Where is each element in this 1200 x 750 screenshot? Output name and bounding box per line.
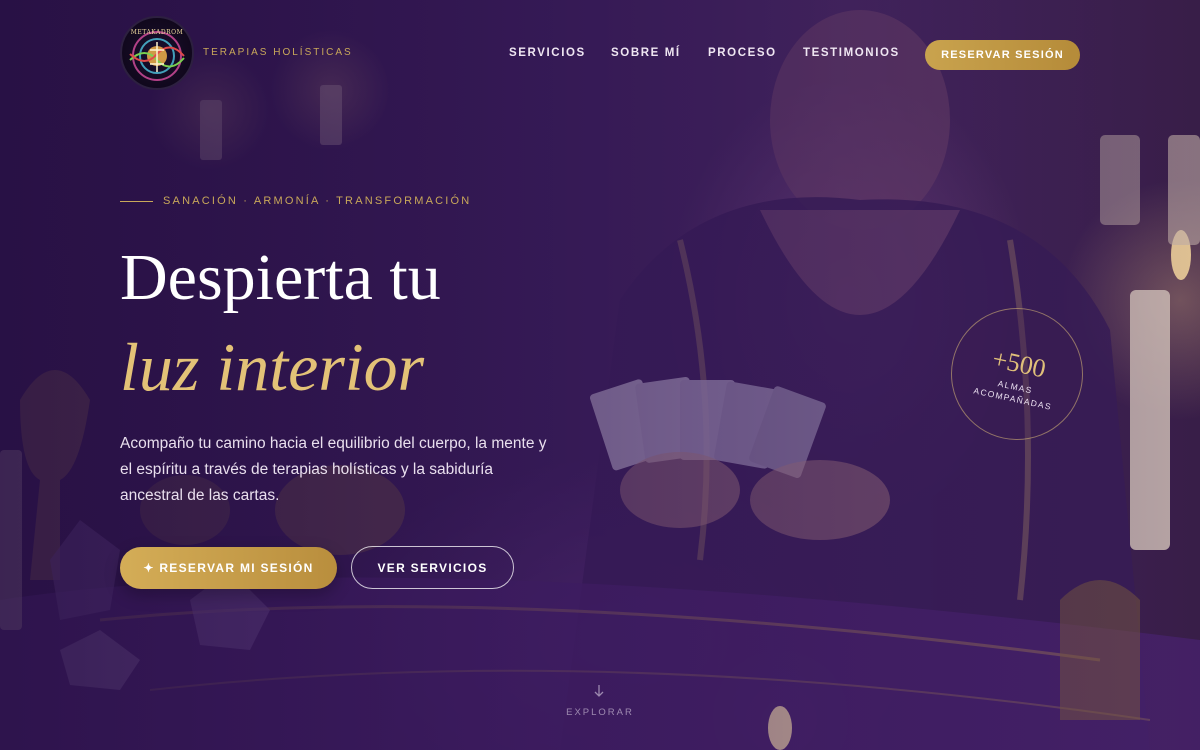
nav-item-sobre-mi[interactable]: SOBRE MÍ xyxy=(611,47,681,59)
view-services-button[interactable]: VER SERVICIOS xyxy=(351,546,514,589)
arrow-down-icon[interactable] xyxy=(592,684,606,698)
reserve-my-session-button[interactable]: ✦ RESERVAR MI SESIÓN xyxy=(120,547,337,589)
brand-tagline: TERAPIAS HOLÍSTICAS xyxy=(203,47,353,58)
logo-mandala-icon xyxy=(129,31,185,81)
hero-lead-text: Acompaño tu camino hacia el equilibrio d… xyxy=(120,435,547,504)
hero-eyebrow: SANACIÓN · ARMONÍA · TRANSFORMACIÓN xyxy=(163,195,472,207)
nav-item-servicios[interactable]: SERVICIOS xyxy=(509,47,586,59)
nav-item-testimonios[interactable]: TESTIMONIOS xyxy=(803,47,900,59)
nav-item-proceso[interactable]: PROCESO xyxy=(708,47,777,59)
hero-title-line-2: luz interior xyxy=(120,329,425,405)
explore-scroll-link[interactable]: EXPLORAR xyxy=(560,707,640,718)
hero-title-line-1: Despierta tu xyxy=(120,241,441,314)
brand-logo[interactable]: METAKADROM xyxy=(120,16,194,90)
reserve-session-button[interactable]: RESERVAR SESIÓN xyxy=(925,40,1080,70)
logo-text: METAKADROM xyxy=(130,29,184,36)
eyebrow-divider xyxy=(120,201,153,202)
